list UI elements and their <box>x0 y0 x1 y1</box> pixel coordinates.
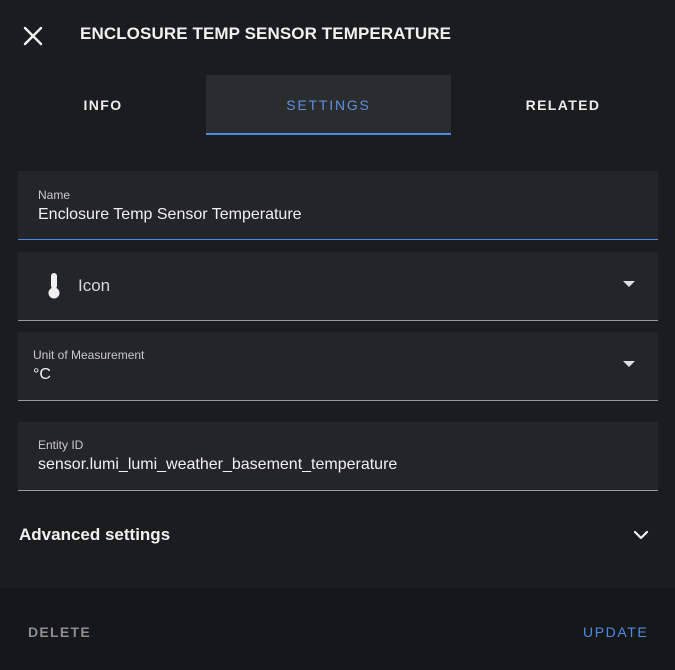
entity-settings-dialog: ENCLOSURE TEMP SENSOR TEMPERATURE INFO S… <box>0 0 675 670</box>
tab-bar: INFO SETTINGS RELATED <box>0 75 675 135</box>
icon-field-label: Icon <box>78 276 111 295</box>
entity-id-field[interactable]: Entity ID sensor.lumi_lumi_weather_basem… <box>18 422 658 491</box>
dialog-header: ENCLOSURE TEMP SENSOR TEMPERATURE <box>0 0 675 75</box>
tab-settings[interactable]: SETTINGS <box>206 75 451 135</box>
dialog-title: ENCLOSURE TEMP SENSOR TEMPERATURE <box>80 24 452 43</box>
name-field[interactable]: Name Enclosure Temp Sensor Temperature <box>18 171 658 240</box>
unit-field-value[interactable]: °C <box>33 366 51 384</box>
advanced-settings-label: Advanced settings <box>19 525 171 544</box>
unit-of-measurement-select[interactable]: Unit of Measurement °C <box>18 332 658 401</box>
dialog-footer: DELETE UPDATE <box>0 588 675 670</box>
thermometer-icon <box>48 273 60 299</box>
update-button[interactable]: UPDATE <box>583 624 648 640</box>
icon-dropdown-arrow-icon[interactable] <box>623 281 635 287</box>
chevron-down-icon <box>633 530 649 540</box>
name-field-value[interactable]: Enclosure Temp Sensor Temperature <box>38 206 302 224</box>
close-button[interactable] <box>20 23 46 49</box>
delete-button[interactable]: DELETE <box>28 624 91 640</box>
tab-info[interactable]: INFO <box>0 75 206 135</box>
close-icon <box>23 26 43 46</box>
name-field-label: Name <box>38 188 71 202</box>
entity-id-field-value[interactable]: sensor.lumi_lumi_weather_basement_temper… <box>38 456 397 474</box>
unit-field-label: Unit of Measurement <box>33 348 145 362</box>
advanced-settings-expander[interactable]: Advanced settings <box>0 505 675 565</box>
tab-related[interactable]: RELATED <box>451 75 675 135</box>
icon-field[interactable]: Icon <box>18 252 658 321</box>
entity-id-field-label: Entity ID <box>38 438 84 452</box>
unit-dropdown-arrow-icon[interactable] <box>623 361 635 367</box>
